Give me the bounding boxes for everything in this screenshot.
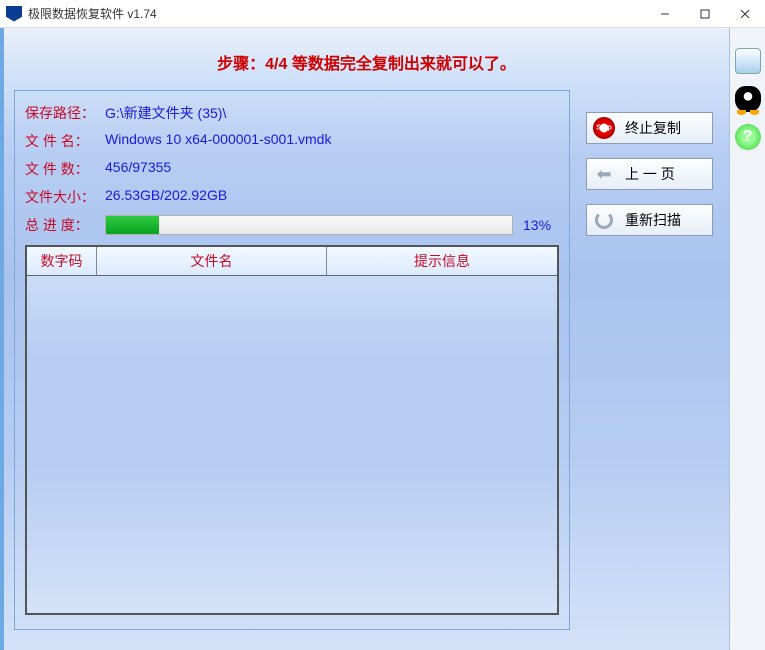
refresh-icon xyxy=(593,209,615,231)
app-icon xyxy=(6,6,22,22)
progress-fill xyxy=(106,216,159,234)
rescan-button[interactable]: 重新扫描 xyxy=(586,204,713,236)
maximize-button[interactable] xyxy=(685,0,725,28)
file-name-label: 文 件 名： xyxy=(25,131,105,151)
computer-icon[interactable] xyxy=(735,48,761,74)
row-file-name: 文 件 名： Windows 10 x64-000001-s001.vmdk xyxy=(25,131,559,151)
progress-bar xyxy=(105,215,513,235)
arrow-left-icon: ⬅ xyxy=(593,163,615,185)
save-path-label: 保存路径： xyxy=(25,103,105,123)
sidebar: ? xyxy=(729,28,765,650)
row-file-count: 文 件 数： 456/97355 xyxy=(25,159,559,179)
qq-icon[interactable] xyxy=(735,86,761,112)
row-save-path: 保存路径： G:\新建文件夹 (35)\ xyxy=(25,103,559,123)
file-count-value: 456/97355 xyxy=(105,159,171,179)
window-title: 极限数据恢复软件 v1.74 xyxy=(28,5,645,22)
file-size-value: 26.53GB/202.92GB xyxy=(105,187,227,207)
col-code: 数字码 xyxy=(27,247,97,275)
rescan-label: 重新扫描 xyxy=(625,210,681,230)
row-progress: 总 进 度： 13% xyxy=(25,215,559,235)
file-count-label: 文 件 数： xyxy=(25,159,105,179)
action-buttons: 终止复制 ⬅ 上 一 页 重新扫描 xyxy=(586,112,713,250)
progress-label: 总 进 度： xyxy=(25,215,105,235)
stop-icon xyxy=(593,117,615,139)
col-filename: 文件名 xyxy=(97,247,327,275)
table-header: 数字码 文件名 提示信息 xyxy=(27,247,557,276)
previous-page-button[interactable]: ⬅ 上 一 页 xyxy=(586,158,713,190)
close-button[interactable] xyxy=(725,0,765,28)
row-file-size: 文件大小： 26.53GB/202.92GB xyxy=(25,187,559,207)
help-icon[interactable]: ? xyxy=(735,124,761,150)
col-message: 提示信息 xyxy=(327,247,557,275)
minimize-button[interactable] xyxy=(645,0,685,28)
stop-copy-label: 终止复制 xyxy=(625,118,681,138)
stop-copy-button[interactable]: 终止复制 xyxy=(586,112,713,144)
file-size-label: 文件大小： xyxy=(25,187,105,207)
result-table: 数字码 文件名 提示信息 xyxy=(25,245,559,615)
previous-page-label: 上 一 页 xyxy=(625,164,675,184)
step-banner: 步骤：4/4 等数据完全复制出来就可以了。 xyxy=(14,36,719,90)
info-panel: 保存路径： G:\新建文件夹 (35)\ 文 件 名： Windows 10 x… xyxy=(14,90,570,630)
content: 步骤：4/4 等数据完全复制出来就可以了。 保存路径： G:\新建文件夹 (35… xyxy=(4,28,729,650)
progress-percent: 13% xyxy=(523,217,559,233)
save-path-value: G:\新建文件夹 (35)\ xyxy=(105,103,226,123)
file-name-value: Windows 10 x64-000001-s001.vmdk xyxy=(105,131,331,151)
titlebar: 极限数据恢复软件 v1.74 xyxy=(0,0,765,28)
main-area: 步骤：4/4 等数据完全复制出来就可以了。 保存路径： G:\新建文件夹 (35… xyxy=(0,28,765,650)
